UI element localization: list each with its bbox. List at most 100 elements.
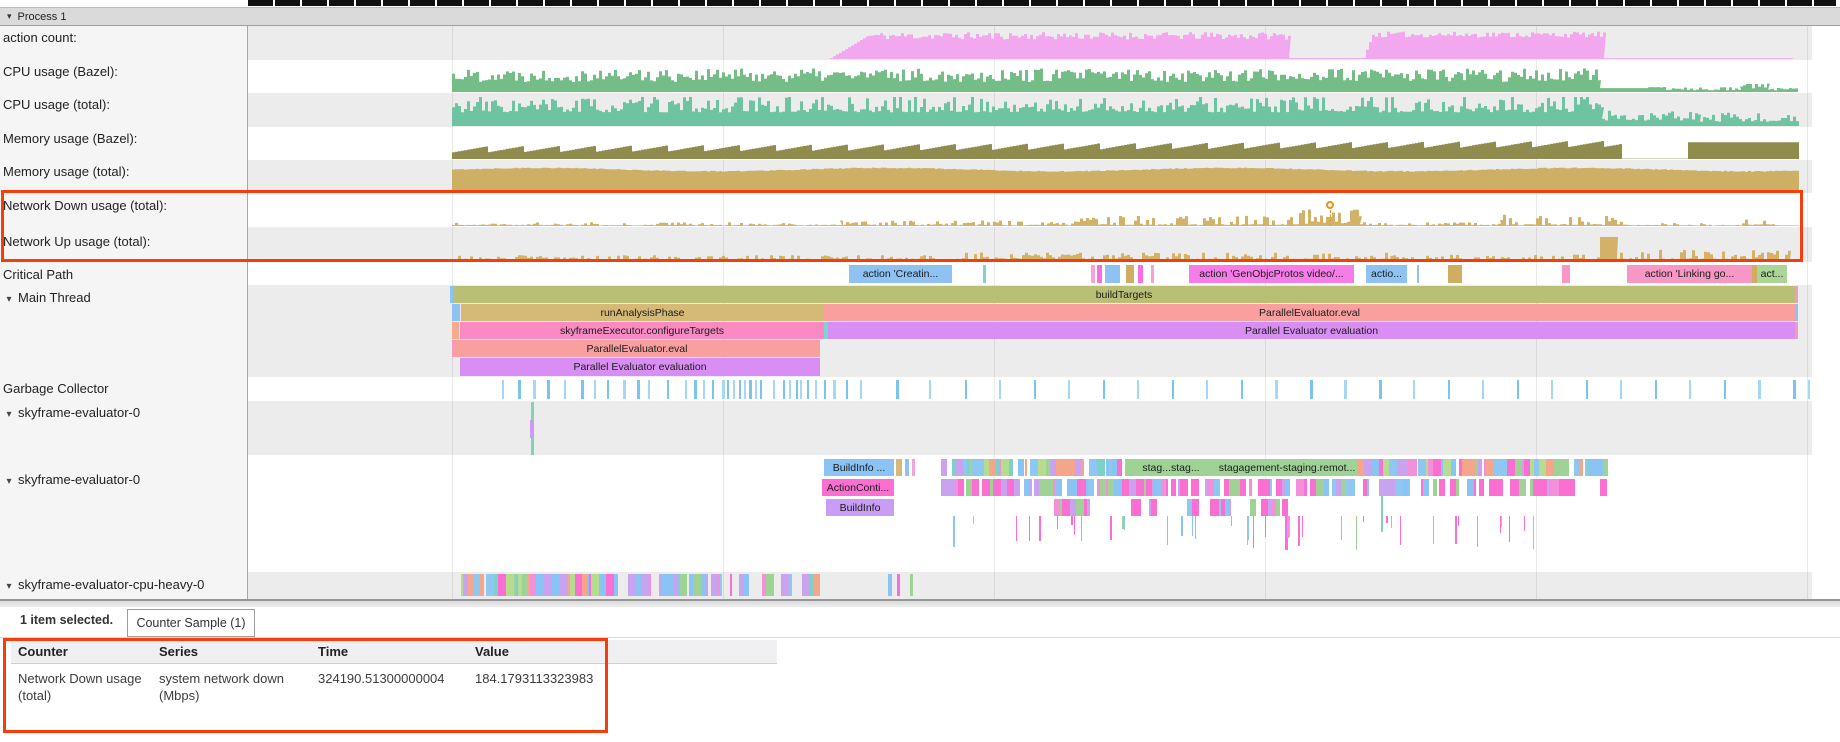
table-cell-value[interactable]: 184.1793113323983 <box>475 670 625 687</box>
gc-tick-slice[interactable] <box>1413 380 1415 399</box>
gc-tick-slice[interactable] <box>712 380 714 399</box>
flame-slice[interactable]: buildTargets <box>453 286 1795 303</box>
track-label[interactable]: Memory usage (Bazel): <box>0 131 246 146</box>
counter-chart[interactable] <box>248 127 1812 160</box>
gc-tick-slice[interactable] <box>1310 380 1313 399</box>
gc-tick-slice[interactable] <box>1758 380 1761 399</box>
gc-tick-slice[interactable] <box>783 380 785 399</box>
drip-slice[interactable] <box>1433 516 1434 544</box>
dense-slice[interactable] <box>628 574 635 596</box>
gc-tick-slice[interactable] <box>703 380 705 399</box>
track-label[interactable]: ▾Main Thread <box>0 290 246 305</box>
flame-slice[interactable]: action 'Creatin... <box>849 265 952 283</box>
gc-tick-slice[interactable] <box>1068 380 1070 399</box>
flame-slice[interactable]: ParallelEvaluator.eval <box>824 304 1795 321</box>
dense-slice[interactable] <box>1270 479 1272 496</box>
gc-tick-slice[interactable] <box>1793 380 1796 399</box>
drip-slice[interactable] <box>1192 516 1193 536</box>
drip-slice[interactable] <box>1253 516 1254 548</box>
dense-slice[interactable] <box>1001 459 1009 476</box>
table-header-value[interactable]: Value <box>475 644 509 659</box>
dense-slice[interactable] <box>1240 479 1246 496</box>
gc-tick-slice[interactable] <box>929 380 931 399</box>
dense-slice[interactable] <box>1097 459 1105 476</box>
gc-tick-slice[interactable] <box>1379 380 1382 399</box>
drip-slice[interactable] <box>953 516 955 547</box>
dense-slice[interactable] <box>1600 479 1607 496</box>
drip-slice[interactable] <box>973 516 974 524</box>
dense-slice[interactable] <box>1603 459 1608 476</box>
gc-tick-slice[interactable] <box>744 380 746 399</box>
flame-slice[interactable] <box>1126 265 1134 283</box>
gc-tick-slice[interactable] <box>749 380 752 399</box>
gc-tick-slice[interactable] <box>648 380 650 399</box>
flame-slice[interactable]: ActionConti... <box>822 479 894 496</box>
dense-slice[interactable] <box>1499 459 1507 476</box>
flame-slice[interactable]: actio... <box>1366 265 1407 283</box>
dense-slice[interactable] <box>1214 479 1220 496</box>
dense-slice[interactable] <box>1076 499 1084 516</box>
dense-slice[interactable] <box>473 574 480 596</box>
dense-slice[interactable] <box>958 479 964 496</box>
dense-slice[interactable] <box>560 574 568 596</box>
dense-slice[interactable] <box>1418 459 1426 476</box>
dense-slice[interactable] <box>813 574 820 596</box>
dense-slice[interactable] <box>536 574 544 596</box>
drip-slice[interactable] <box>1231 516 1232 526</box>
dense-slice[interactable] <box>1018 459 1024 476</box>
drip-slice[interactable] <box>1533 516 1534 549</box>
drip-slice[interactable] <box>1016 516 1017 541</box>
dense-slice[interactable] <box>1553 459 1561 476</box>
counter-chart[interactable] <box>248 160 1812 193</box>
dense-slice[interactable] <box>1316 479 1324 496</box>
table-cell-series[interactable]: system network down (Mbps) <box>159 670 304 704</box>
expand-icon[interactable]: ▾ <box>0 581 18 592</box>
flame-slice[interactable] <box>452 322 459 339</box>
flame-slice[interactable] <box>896 459 902 476</box>
drip-slice[interactable] <box>1501 516 1502 527</box>
flame-slice[interactable]: BuildInfo ... <box>824 459 894 476</box>
drip-slice[interactable] <box>1195 516 1196 539</box>
drip-slice[interactable] <box>1363 516 1364 522</box>
flame-slice[interactable] <box>1097 265 1102 283</box>
gc-tick-slice[interactable] <box>581 380 584 399</box>
dense-slice[interactable] <box>972 459 979 476</box>
dense-slice[interactable] <box>1250 499 1256 516</box>
dense-slice[interactable] <box>1136 499 1141 516</box>
dense-slice[interactable] <box>1114 479 1122 496</box>
dense-slice[interactable] <box>1590 459 1597 476</box>
dense-slice[interactable] <box>1507 459 1515 476</box>
dense-slice[interactable] <box>1479 479 1484 496</box>
gc-tick-slice[interactable] <box>896 380 899 399</box>
dense-slice[interactable] <box>1357 459 1364 476</box>
dense-slice[interactable] <box>766 574 774 596</box>
dense-slice[interactable] <box>941 479 948 496</box>
collapse-icon[interactable]: ▾ <box>7 11 12 22</box>
flame-slice[interactable] <box>1448 265 1462 283</box>
dense-slice[interactable] <box>1539 459 1546 476</box>
track-row[interactable] <box>248 377 1812 401</box>
dense-slice[interactable] <box>1030 479 1032 496</box>
dense-slice[interactable] <box>1192 499 1199 516</box>
drip-slice[interactable] <box>1029 516 1030 541</box>
dense-slice[interactable] <box>1423 479 1429 496</box>
drip-slice[interactable] <box>1057 516 1058 529</box>
track-label[interactable]: Network Up usage (total): <box>0 234 246 249</box>
dense-slice[interactable] <box>599 574 606 596</box>
dense-slice[interactable] <box>1346 479 1353 496</box>
drip-slice[interactable] <box>1167 516 1168 545</box>
dense-slice[interactable] <box>706 574 708 596</box>
gc-tick-slice[interactable] <box>667 380 669 399</box>
gc-tick-slice[interactable] <box>1551 380 1553 399</box>
track-label[interactable]: CPU usage (total): <box>0 97 246 112</box>
dense-slice[interactable] <box>649 574 651 596</box>
gc-tick-slice[interactable] <box>739 380 741 399</box>
gc-tick-slice[interactable] <box>1586 380 1588 399</box>
gc-tick-slice[interactable] <box>789 380 791 399</box>
dense-slice[interactable] <box>1276 499 1280 516</box>
gc-tick-slice[interactable] <box>694 380 697 399</box>
counter-chart[interactable] <box>248 193 1812 227</box>
flame-slice[interactable]: act... <box>1757 265 1787 283</box>
dense-slice[interactable] <box>614 574 618 596</box>
dense-slice[interactable] <box>1409 459 1417 476</box>
